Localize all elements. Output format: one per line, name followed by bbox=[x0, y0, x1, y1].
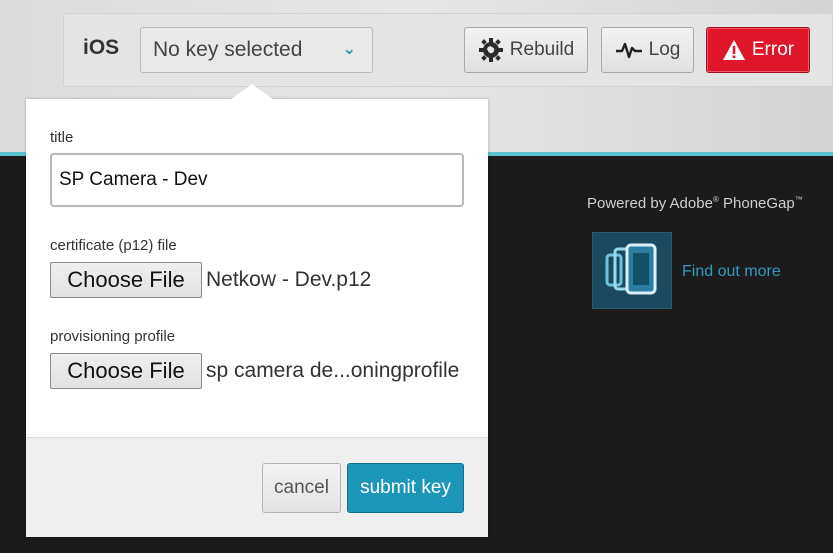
rebuild-label: Rebuild bbox=[509, 39, 575, 60]
platform-label: iOS bbox=[83, 36, 120, 59]
pulse-icon bbox=[615, 40, 643, 60]
title-input[interactable] bbox=[50, 153, 464, 207]
cancel-button[interactable]: cancel bbox=[262, 463, 341, 513]
registered-mark: ® bbox=[712, 195, 719, 204]
log-button[interactable]: Log bbox=[601, 27, 694, 73]
submit-key-button[interactable]: submit key bbox=[347, 463, 464, 513]
certificate-label: certificate (p12) file bbox=[50, 237, 177, 254]
error-label: Error bbox=[751, 39, 795, 60]
error-button[interactable]: Error bbox=[706, 27, 810, 73]
log-label: Log bbox=[648, 39, 681, 60]
find-out-more-link[interactable]: Find out more bbox=[682, 263, 781, 281]
phonegap-logo-icon[interactable] bbox=[592, 232, 672, 309]
trademark-mark: ™ bbox=[794, 195, 803, 204]
powered-by-text: Powered by Adobe® PhoneGap™ bbox=[587, 195, 803, 212]
profile-file-name: sp camera de...oningprofile bbox=[206, 359, 460, 382]
title-label: title bbox=[50, 129, 74, 146]
provisioning-profile-label: provisioning profile bbox=[50, 328, 176, 345]
signing-key-select[interactable]: No key selected ⌄ bbox=[140, 27, 373, 73]
popup-pointer bbox=[230, 84, 274, 100]
profile-choose-file-button[interactable]: Choose File bbox=[50, 353, 202, 389]
powered-prefix: Powered by Adobe bbox=[587, 195, 713, 212]
gear-refresh-icon bbox=[478, 35, 504, 65]
signing-key-value: No key selected bbox=[153, 38, 303, 61]
certificate-file-name: Netkow - Dev.p12 bbox=[206, 268, 372, 291]
powered-suffix: PhoneGap bbox=[723, 195, 795, 212]
chevron-down-icon: ⌄ bbox=[342, 41, 356, 58]
warning-icon bbox=[722, 39, 746, 61]
certificate-choose-file-button[interactable]: Choose File bbox=[50, 262, 202, 298]
rebuild-button[interactable]: Rebuild bbox=[464, 27, 588, 73]
